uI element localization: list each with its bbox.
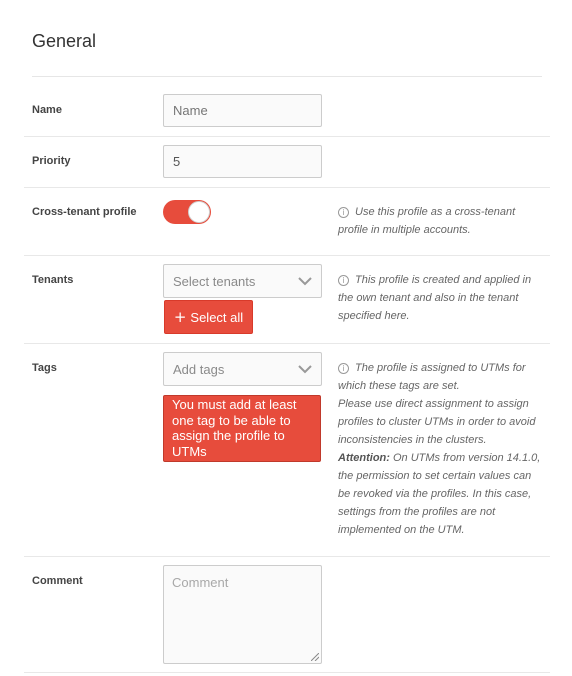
section-divider [32,76,542,77]
plus-icon: + [173,308,187,326]
row-divider [24,343,550,344]
toggle-knob [188,201,210,223]
tags-help-text-3: On UTMs from version 14.1.0, the permiss… [338,452,541,536]
tenants-select-placeholder: Select tenants [173,273,256,289]
comment-label: Comment [32,575,83,587]
row-divider [24,255,550,256]
row-divider [24,556,550,557]
tags-help-text-1: The profile is assigned to UTMs for whic… [338,362,526,392]
chevron-down-icon [298,365,312,374]
comment-placeholder: Comment [172,575,229,590]
tenants-help-text: This profile is created and applied in t… [338,274,532,322]
priority-input[interactable]: 5 [163,145,322,178]
select-all-button[interactable]: + Select all [164,300,253,334]
tags-select-placeholder: Add tags [173,361,225,377]
tags-help-text-2: Please use direct assignment to assign p… [338,398,536,446]
row-divider [24,187,550,188]
cross-tenant-toggle[interactable] [163,200,211,224]
tags-select[interactable]: Add tags [163,352,322,386]
name-label: Name [32,104,62,116]
select-all-label: Select all [190,309,244,325]
tags-error-message: You must add at least one tag to be able… [163,395,321,462]
section-title: General [32,31,97,51]
tags-help-attention: Attention: [338,452,390,464]
cross-tenant-help: i Use this profile as a cross-tenant prof… [338,203,543,239]
chevron-down-icon [298,277,312,286]
info-circle-icon: i [338,207,349,218]
comment-textarea[interactable]: Comment [163,565,322,664]
row-divider [24,672,550,673]
row-divider [24,136,550,137]
tags-label: Tags [32,362,57,374]
tenants-label: Tenants [32,274,74,286]
name-input[interactable] [163,94,322,127]
tenants-help: i This profile is created and applied in … [338,271,543,325]
resize-grip-icon[interactable] [311,653,319,661]
priority-label: Priority [32,155,71,167]
cross-tenant-label: Cross-tenant profile [32,206,137,218]
info-circle-icon: i [338,275,349,286]
info-circle-icon: i [338,363,349,374]
tenants-select[interactable]: Select tenants [163,264,322,298]
tags-help: i The profile is assigned to UTMs for whi… [338,359,543,539]
cross-tenant-help-text: Use this profile as a cross-tenant profi… [338,206,516,236]
